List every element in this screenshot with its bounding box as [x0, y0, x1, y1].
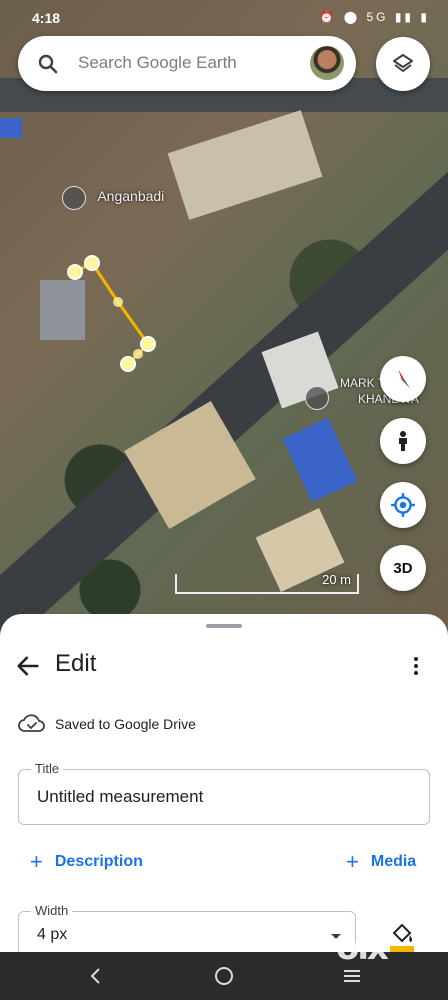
satellite-map[interactable]: Anganbadi MARK TFIC KHANDWA 20 m	[0, 0, 448, 640]
compass-icon	[398, 369, 410, 389]
my-location-icon	[391, 493, 415, 517]
measure-midpoint[interactable]	[113, 297, 123, 307]
plus-icon: +	[30, 849, 43, 874]
street-view-button[interactable]	[380, 418, 426, 464]
battery-icon: ▮	[420, 10, 430, 24]
width-field-label: Width	[31, 903, 73, 918]
cloud-done-icon	[18, 714, 45, 732]
layers-button[interactable]	[376, 37, 430, 91]
map-scale: 20 m	[175, 572, 359, 594]
title-field-label: Title	[31, 761, 64, 776]
avatar[interactable]	[310, 46, 344, 80]
layers-icon	[393, 54, 413, 72]
status-bar: 4:18 ⏰ ⬤ 5G ▮▮ ▮	[0, 0, 448, 36]
street-view-icon	[399, 431, 407, 451]
title-input[interactable]: Untitled measurement	[37, 787, 203, 807]
measurement-path[interactable]	[0, 0, 448, 640]
measure-point[interactable]	[120, 356, 136, 372]
location-icon: ⬤	[343, 10, 361, 24]
status-icons: ⏰ ⬤ 5G ▮▮ ▮	[319, 10, 430, 24]
add-media-label: Media	[370, 853, 417, 870]
add-media-button[interactable]: + Media	[346, 849, 417, 874]
network-label: 5G	[366, 10, 389, 24]
watermark: olx	[336, 928, 389, 968]
scale-label: 20 m	[322, 572, 351, 587]
drag-handle[interactable]	[206, 624, 242, 628]
measure-point[interactable]	[84, 255, 100, 271]
plus-icon: +	[346, 849, 359, 874]
alarm-icon: ⏰	[319, 10, 338, 24]
measure-point[interactable]	[67, 264, 83, 280]
status-time: 4:18	[32, 10, 61, 26]
compass-button[interactable]	[380, 356, 426, 402]
title-field[interactable]: Title Untitled measurement	[18, 761, 430, 825]
search-icon	[38, 54, 58, 74]
sheet-title: Edit	[55, 650, 97, 677]
search-bar[interactable]: Search Google Earth	[18, 36, 356, 91]
more-vert-icon[interactable]	[404, 654, 428, 678]
nav-home-icon[interactable]	[212, 964, 236, 988]
add-description-label: Description	[54, 853, 143, 870]
measure-midpoint[interactable]	[133, 349, 143, 359]
place-name: Anganbadi	[97, 188, 165, 205]
measure-point[interactable]	[140, 336, 156, 352]
save-status: Saved to Google Drive	[55, 716, 196, 732]
place-pin-icon[interactable]	[305, 386, 329, 410]
signal-icon: ▮▮	[394, 10, 415, 24]
place-label[interactable]: Anganbadi	[62, 186, 164, 210]
my-location-button[interactable]	[380, 482, 426, 528]
place-pin-icon	[62, 186, 86, 210]
3d-toggle-button[interactable]: 3D	[380, 545, 426, 591]
search-input[interactable]: Search Google Earth	[78, 53, 237, 73]
nav-back-icon[interactable]	[84, 964, 108, 988]
width-value: 4 px	[37, 926, 68, 943]
add-description-button[interactable]: + Description	[30, 849, 143, 874]
back-arrow-icon[interactable]	[14, 652, 42, 680]
